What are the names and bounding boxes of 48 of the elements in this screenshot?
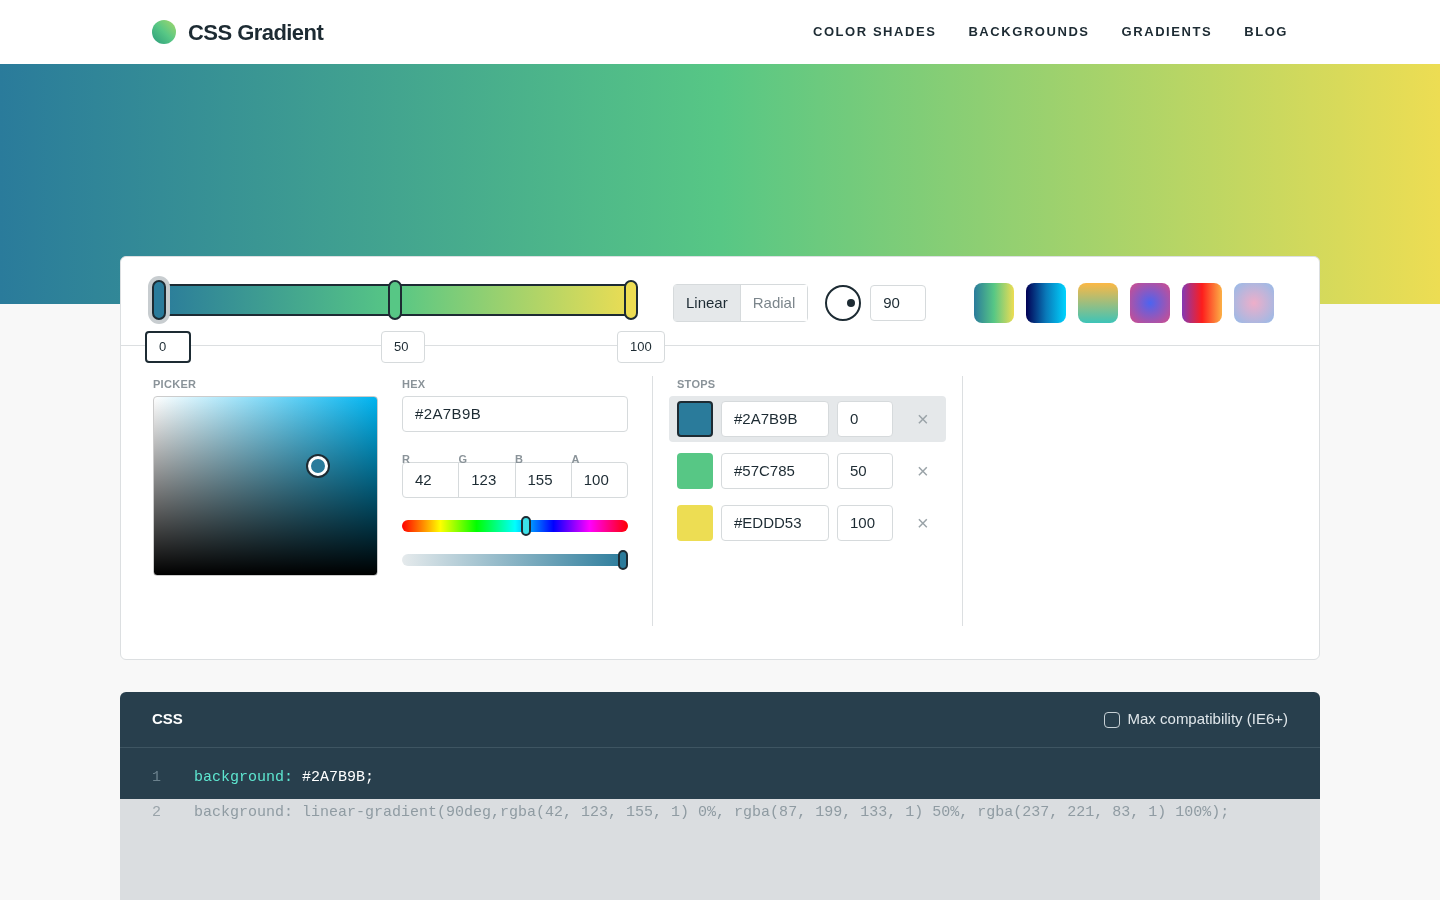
line-number: 1 (152, 768, 162, 788)
nav-link[interactable]: COLOR SHADES (812, 22, 937, 42)
position-input[interactable]: 50 (837, 453, 893, 489)
logo-text[interactable]: CSS Gradient (188, 15, 324, 49)
nav-link[interactable]: BLOG (1244, 22, 1288, 42)
section-label: HEX (402, 377, 427, 392)
hex-input[interactable]: #EDDD53 (721, 505, 829, 541)
line-number: 2 (152, 803, 162, 823)
position-input[interactable]: 0 (837, 401, 893, 437)
checkbox-label[interactable]: Max compatibility (IE6+) (1127, 708, 1288, 731)
stop-handle[interactable] (388, 280, 402, 320)
color-picker-area[interactable] (153, 396, 378, 576)
stop-position-input[interactable]: 50 (381, 331, 425, 363)
logo-icon (152, 20, 176, 44)
type-tab[interactable]: Radial (739, 285, 808, 321)
slider-thumb[interactable] (520, 516, 531, 536)
section-label: STOPS (677, 377, 717, 392)
nav-link[interactable]: GRADIENTS (1121, 22, 1213, 42)
color-swatch[interactable] (677, 453, 713, 489)
color-swatch[interactable] (677, 401, 713, 437)
preset-gradient-icon[interactable] (1182, 283, 1223, 323)
picker-cursor[interactable] (308, 456, 328, 476)
code-line: background: #2A7B9B; (194, 768, 375, 788)
stop-handle[interactable] (624, 280, 638, 320)
angle-input[interactable]: 90 (870, 285, 927, 321)
channel-label: R (402, 453, 410, 465)
position-input[interactable]: 100 (837, 505, 893, 541)
hex-input[interactable]: #2A7B9B (402, 396, 628, 432)
channel-label: A (571, 453, 580, 465)
stop-row[interactable]: #2A7B9B 0 × (669, 396, 946, 442)
preset-gradient-icon[interactable] (1026, 283, 1067, 323)
code-line: background: linear-gradient(90deg,rgba(42, 123, 155, 1) 0%, rgba(87, 199, 133, 1) 50%, rgba(237, 221, 83, 1) 100%); (194, 803, 1230, 823)
nav-link[interactable]: BACKGROUNDS (968, 22, 1090, 42)
alpha-slider[interactable] (402, 550, 628, 570)
section-label: PICKER (153, 377, 198, 392)
hue-slider[interactable] (402, 516, 628, 536)
angle-dial-icon[interactable] (824, 284, 863, 322)
color-swatch[interactable] (677, 505, 713, 541)
slider-thumb[interactable] (618, 550, 628, 570)
stop-position-input[interactable]: 0 (145, 331, 191, 363)
checkbox[interactable] (1103, 711, 1120, 728)
channel-label: B (515, 453, 523, 465)
stop-position-input[interactable]: 100 (617, 331, 665, 363)
channel-label: G (458, 453, 468, 465)
panel-title: CSS (152, 709, 183, 730)
hex-input[interactable]: #57C785 (721, 453, 829, 489)
hex-input[interactable]: #2A7B9B (721, 401, 829, 437)
type-tab[interactable]: Linear (674, 285, 740, 321)
